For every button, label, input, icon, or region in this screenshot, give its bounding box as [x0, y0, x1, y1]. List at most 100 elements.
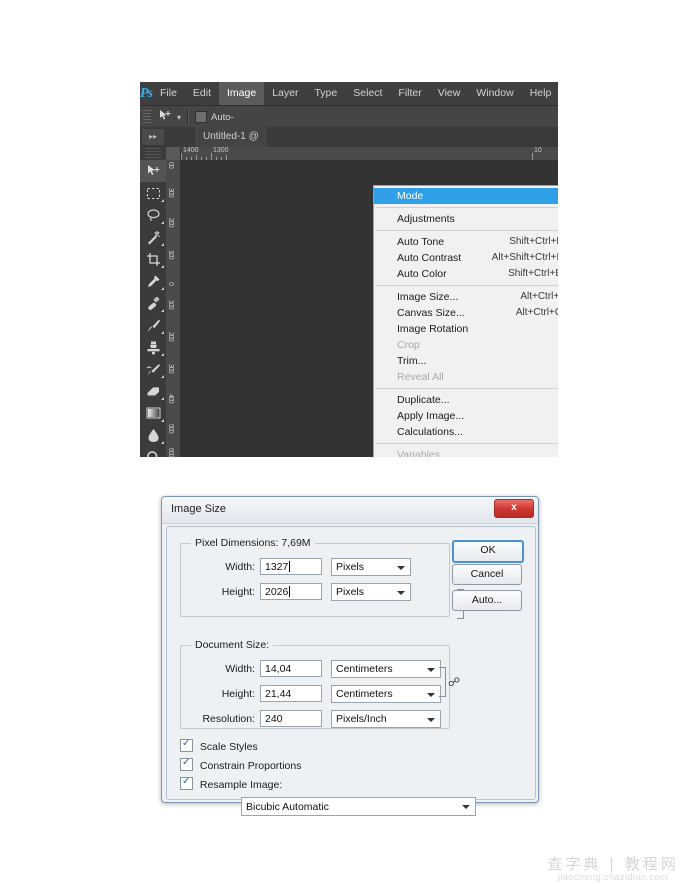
tool-history-brush[interactable]	[140, 358, 166, 380]
panel-expand-icon[interactable]: ▸▸	[142, 129, 164, 145]
menu-help[interactable]: Help	[522, 82, 558, 105]
ruler-corner-box[interactable]	[166, 147, 181, 160]
pixel-dimensions-group: Pixel Dimensions: 7,69M Width: 1327 Pixe…	[180, 537, 450, 617]
ruler-label: 200	[167, 332, 174, 341]
pixel-height-unit-select[interactable]: Pixels	[331, 583, 411, 601]
menu-layer[interactable]: Layer	[264, 82, 306, 105]
tool-gradient[interactable]	[140, 402, 166, 424]
chevron-down-icon	[462, 805, 470, 809]
tool-preset-chevron-icon[interactable]: ▾	[177, 113, 181, 122]
doc-width-unit-select[interactable]: Centimeters	[331, 660, 441, 678]
tool-flyout-corner	[161, 199, 164, 202]
tool-eraser[interactable]	[140, 380, 166, 402]
menu-select[interactable]: Select	[345, 82, 390, 105]
tool-brush[interactable]	[140, 314, 166, 336]
tool-flyout-corner	[161, 375, 164, 378]
menu-item-shortcut: Alt+Shift+Ctrl+L	[491, 252, 558, 263]
menu-filter[interactable]: Filter	[390, 82, 429, 105]
tool-eyedropper[interactable]	[140, 270, 166, 292]
tool-flyout-corner	[161, 331, 164, 334]
tool-rectangular-marquee[interactable]	[140, 182, 166, 204]
menu-item-canvas-size[interactable]: Canvas Size... Alt+Ctrl+C	[374, 305, 558, 321]
menu-window[interactable]: Window	[468, 82, 521, 105]
menu-item-apply-image[interactable]: Apply Image...	[374, 408, 558, 424]
tool-move[interactable]	[140, 160, 166, 182]
resample-image-label: Resample Image:	[199, 779, 283, 791]
resolution-unit-value: Pixels/Inch	[336, 713, 387, 725]
menu-item-auto-contrast[interactable]: Auto Contrast Alt+Shift+Ctrl+L	[374, 250, 558, 266]
menu-separator	[376, 388, 558, 389]
tool-flyout-corner	[161, 441, 164, 444]
tool-blur[interactable]	[140, 424, 166, 446]
image-menu-dropdown: Mode Adjustments Auto Tone Shift+Ctrl+L …	[373, 185, 558, 457]
menu-item-label: Image Size...	[397, 291, 459, 303]
menu-item-shortcut: Alt+Ctrl+I	[520, 291, 558, 302]
watermark-en-text: jiaocheng.chazidian.com	[557, 872, 669, 882]
menu-edit[interactable]: Edit	[185, 82, 219, 105]
tool-flyout-corner	[161, 397, 164, 400]
menu-item-duplicate[interactable]: Duplicate...	[374, 392, 558, 408]
pixel-width-input[interactable]: 1327	[260, 558, 322, 575]
document-constrain-chain-icon: ☍	[439, 667, 461, 697]
menu-item-auto-color[interactable]: Auto Color Shift+Ctrl+B	[374, 266, 558, 282]
close-icon[interactable]: x	[494, 499, 534, 518]
watermark-cn-text: 查字典 | 教程网	[547, 855, 679, 873]
tool-lasso[interactable]	[140, 204, 166, 226]
constrain-proportions-checkbox[interactable]: Constrain Proportions	[180, 757, 301, 772]
options-bar-grip[interactable]	[143, 110, 151, 124]
auto-select-checkbox[interactable]	[195, 111, 208, 123]
menu-item-label: Crop	[397, 339, 420, 351]
chevron-down-icon	[427, 693, 435, 697]
menu-item-image-size[interactable]: Image Size... Alt+Ctrl+I	[374, 289, 558, 305]
menu-item-calculations[interactable]: Calculations...	[374, 424, 558, 440]
resample-method-select[interactable]: Bicubic Automatic	[241, 797, 476, 816]
pixel-height-label: Height:	[221, 586, 255, 598]
menu-item-shortcut: Shift+Ctrl+L	[509, 236, 558, 247]
cancel-button[interactable]: Cancel	[452, 564, 522, 585]
ruler-vertical: 00 300 200 100 0 100 200 300 400 500 600	[166, 160, 181, 457]
menu-view[interactable]: View	[430, 82, 469, 105]
doc-width-unit-value: Centimeters	[336, 663, 393, 675]
options-separator	[187, 109, 190, 125]
menu-item-label: Mode	[397, 190, 424, 202]
menu-image[interactable]: Image	[219, 82, 265, 105]
pixel-height-unit-value: Pixels	[336, 586, 365, 598]
ruler-label: 200	[167, 218, 174, 227]
toolbox-grip[interactable]	[145, 148, 161, 158]
resolution-label: Resolution:	[202, 713, 255, 725]
menu-type[interactable]: Type	[306, 82, 345, 105]
dialog-title-bar[interactable]: Image Size x	[162, 497, 538, 524]
pixel-height-input[interactable]: 2026	[260, 583, 322, 600]
menu-item-crop: Crop	[374, 337, 558, 353]
document-tab[interactable]: Untitled-1 @	[195, 127, 267, 147]
ruler-tick	[532, 153, 533, 160]
pixel-width-unit-select[interactable]: Pixels	[331, 558, 411, 576]
doc-height-unit-value: Centimeters	[336, 688, 393, 700]
scale-styles-checkbox[interactable]: Scale Styles	[180, 738, 258, 753]
menu-item-label: Auto Color	[397, 268, 447, 280]
doc-height-input[interactable]: 21,44	[260, 685, 322, 702]
ok-button[interactable]: OK	[452, 540, 524, 563]
resample-image-checkbox[interactable]: Resample Image:	[180, 776, 283, 791]
tool-magic-wand[interactable]	[140, 226, 166, 248]
move-tool-icon[interactable]	[158, 109, 171, 125]
auto-button[interactable]: Auto...	[452, 590, 522, 611]
tool-crop[interactable]	[140, 248, 166, 270]
tool-healing-brush[interactable]	[140, 292, 166, 314]
menu-file[interactable]: File	[152, 82, 185, 105]
document-size-group: Document Size: Width: 14,04 Centimeters …	[180, 639, 450, 729]
menu-item-mode[interactable]: Mode	[374, 188, 558, 204]
doc-height-unit-select[interactable]: Centimeters	[331, 685, 441, 703]
dialog-body: Pixel Dimensions: 7,69M Width: 1327 Pixe…	[166, 526, 536, 816]
menu-item-variables: Variables	[374, 447, 558, 457]
resolution-input[interactable]: 240	[260, 710, 322, 727]
menu-item-image-rotation[interactable]: Image Rotation	[374, 321, 558, 337]
tool-flyout-corner	[161, 287, 164, 290]
menu-item-trim[interactable]: Trim...	[374, 353, 558, 369]
menu-item-adjustments[interactable]: Adjustments	[374, 211, 558, 227]
menu-item-auto-tone[interactable]: Auto Tone Shift+Ctrl+L	[374, 234, 558, 250]
tool-zoom[interactable]	[140, 446, 166, 457]
tool-clone-stamp[interactable]	[140, 336, 166, 358]
doc-width-input[interactable]: 14,04	[260, 660, 322, 677]
resolution-unit-select[interactable]: Pixels/Inch	[331, 710, 441, 728]
